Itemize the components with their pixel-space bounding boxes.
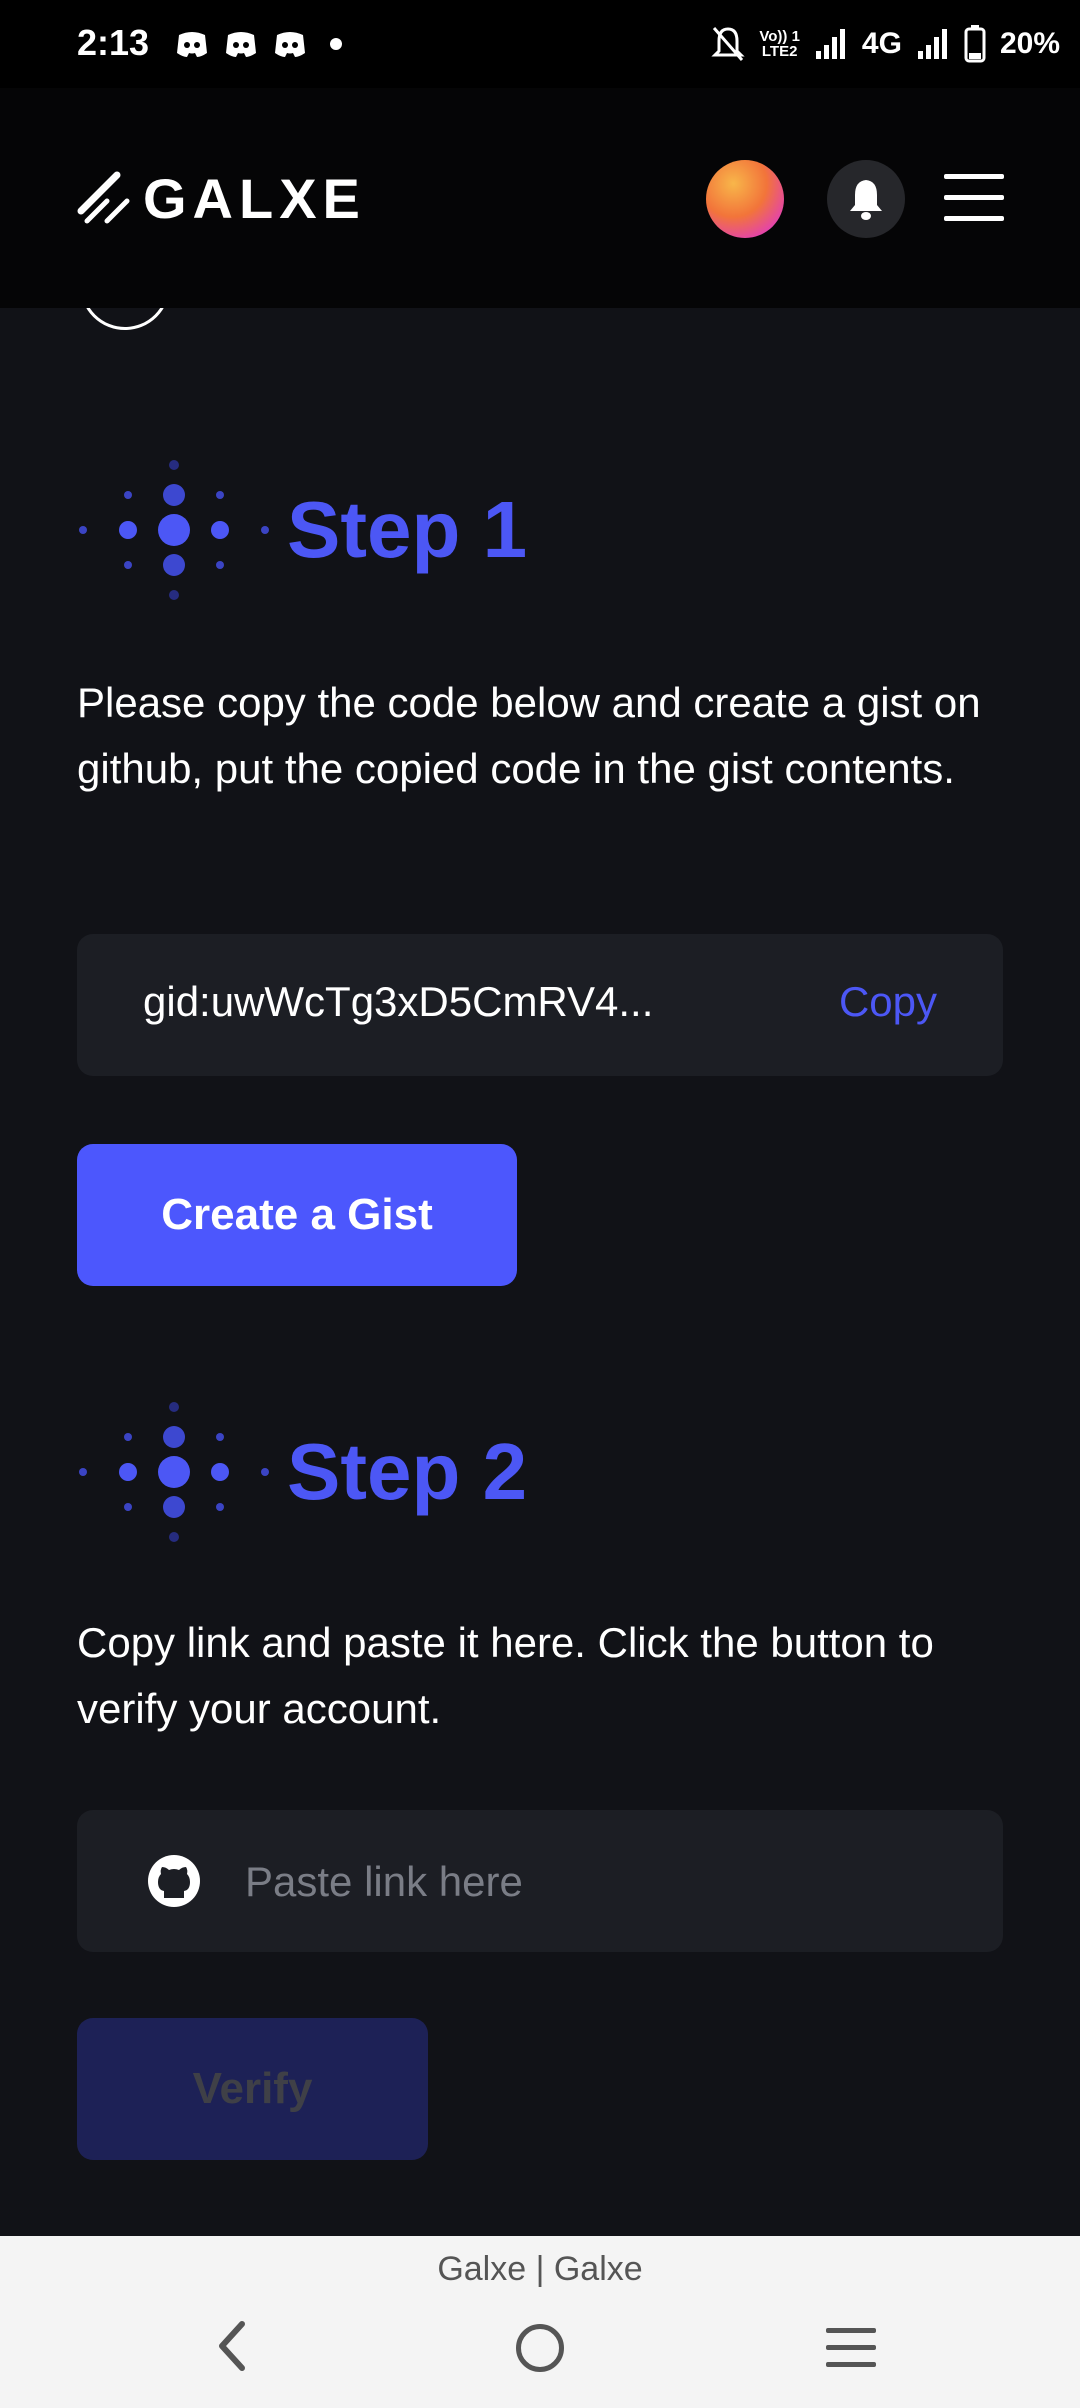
create-gist-button[interactable]: Create a Gist [77, 1144, 517, 1286]
home-icon[interactable] [516, 2324, 564, 2372]
step2-description: Copy link and paste it here. Click the b… [77, 1619, 934, 1732]
more-notifications-dot [330, 38, 342, 50]
verify-button[interactable]: Verify [77, 2018, 428, 2160]
dots-decoration-icon [79, 1402, 269, 1542]
volte-indicator: Vo)) 1 LTE2 [759, 28, 800, 60]
page-title-label: Galxe | Galxe [437, 2250, 643, 2288]
dots-decoration-icon [79, 460, 269, 600]
status-indicators: Vo)) 1 LTE2 4G 20% [711, 20, 1060, 68]
notifications-button[interactable] [827, 160, 905, 238]
battery-icon [964, 25, 986, 63]
copy-button[interactable]: Copy [839, 978, 937, 1026]
step1-description: Please copy the code below and create a … [77, 679, 981, 792]
gist-code: gid:uwWcTg3xD5CmRV4... [143, 978, 654, 1025]
paste-link-input[interactable] [243, 1846, 947, 1918]
gist-code-box: gid:uwWcTg3xD5CmRV4... Copy [77, 934, 1003, 1076]
galxe-logo-icon [77, 171, 130, 224]
signal-icon [917, 29, 947, 59]
recents-icon[interactable] [826, 2328, 876, 2379]
galxe-logo[interactable]: GALXE [77, 166, 366, 230]
github-icon [148, 1855, 200, 1907]
menu-icon [944, 174, 1004, 179]
avatar[interactable] [706, 160, 784, 238]
status-bar: 2:13 Vo)) 1 LTE2 4G 20% [0, 0, 1080, 88]
browser-bottom-bar: Galxe | Galxe [0, 2236, 1080, 2408]
battery-level: 20% [999, 27, 1060, 60]
step1-title: Step 1 [287, 485, 528, 574]
step1-heading: Step 1 [77, 455, 527, 605]
brand-name: GALXE [143, 166, 366, 230]
back-icon[interactable] [208, 2316, 258, 2376]
network-type: 4G [861, 27, 902, 60]
status-time: 2:13 [77, 22, 150, 63]
signal-icon [815, 29, 845, 59]
discord-notification-icon [275, 32, 305, 57]
discord-notification-icon [226, 32, 256, 57]
step2-title: Step 2 [287, 1427, 528, 1516]
top-header: GALXE [0, 88, 1080, 308]
mute-bell-icon [711, 27, 745, 61]
menu-button[interactable] [944, 174, 1004, 224]
paste-link-field[interactable] [77, 1810, 1003, 1952]
bell-icon [850, 180, 882, 220]
discord-notification-icon [177, 32, 207, 57]
step2-heading: Step 2 [77, 1397, 527, 1547]
